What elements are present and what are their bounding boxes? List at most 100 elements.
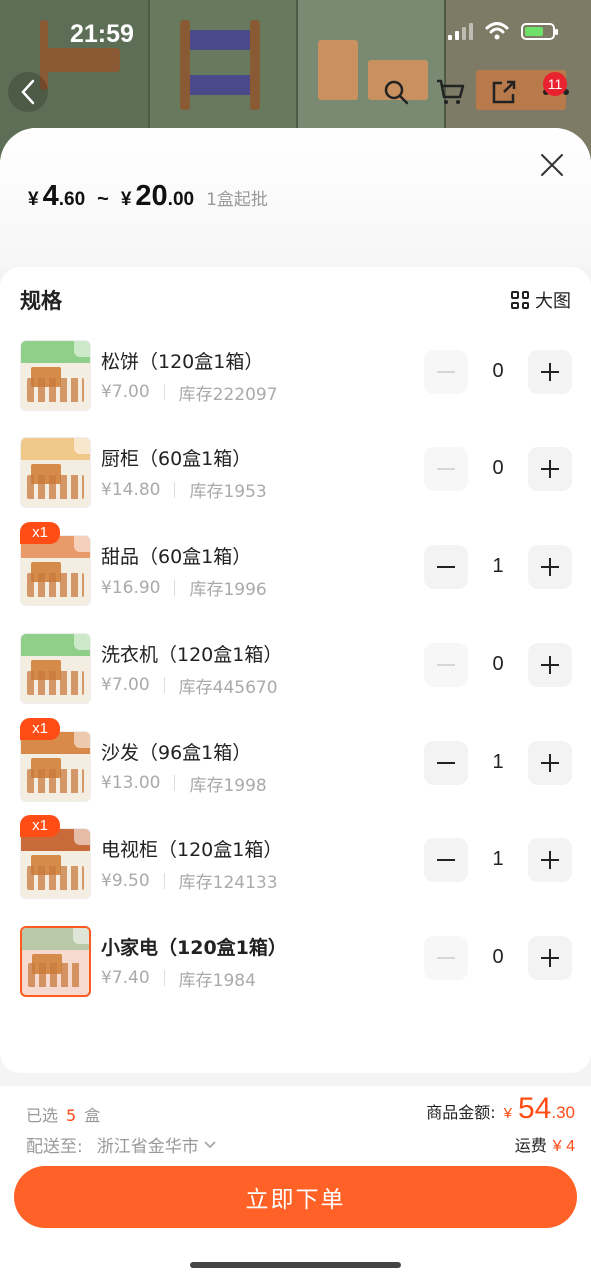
ship-label: 配送至:	[26, 1137, 83, 1157]
spec-stock: 库存124133	[178, 873, 278, 894]
spec-name: 甜品（60盒1箱）	[101, 546, 252, 569]
spec-card: 规格 大图 ¥8.20 库存1946 1	[0, 267, 591, 1073]
cart-button[interactable]	[430, 72, 470, 112]
spec-thumbnail[interactable]	[20, 339, 91, 411]
ship-address: 浙江省金华市	[96, 1137, 199, 1157]
quantity-value[interactable]: 1	[468, 555, 528, 578]
selected-summary: 已选 5 盒	[26, 1102, 100, 1126]
increase-button[interactable]	[528, 349, 572, 394]
quantity-stepper: 1	[424, 838, 572, 883]
wifi-icon	[485, 22, 509, 40]
quantity-stepper: 0	[424, 935, 572, 980]
minus-icon	[437, 663, 455, 666]
increase-button[interactable]	[528, 935, 572, 980]
quantity-stepper: 0	[424, 349, 572, 394]
spec-stock: 库存1998	[189, 775, 267, 796]
spec-thumbnail[interactable]	[20, 730, 91, 802]
spec-stock: 库存222097	[178, 384, 278, 405]
quantity-stepper: 0	[424, 642, 572, 687]
spec-meta: ¥9.50 库存124133	[101, 868, 278, 894]
minus-icon	[437, 370, 455, 373]
share-button[interactable]	[484, 72, 524, 112]
close-icon[interactable]	[539, 152, 565, 178]
big-image-toggle[interactable]: 大图	[511, 287, 571, 313]
spec-row[interactable]: 厨柜（60盒1箱） ¥14.80 库存1953 0	[0, 424, 591, 522]
increase-button[interactable]	[528, 642, 572, 687]
quantity-stepper: 0	[424, 447, 572, 492]
increase-button[interactable]	[528, 740, 572, 785]
spec-thumbnail[interactable]	[20, 828, 91, 900]
increase-button[interactable]	[528, 838, 572, 883]
spec-meta: ¥16.90 库存1996	[101, 575, 267, 601]
total-dec: .30	[551, 1103, 575, 1122]
quantity-stepper: 1	[424, 740, 572, 785]
decrease-button[interactable]	[424, 740, 468, 785]
quantity-badge: x1	[20, 717, 60, 740]
freight: 运费 ¥ 4	[515, 1132, 575, 1156]
decrease-button[interactable]	[424, 447, 468, 492]
spec-row[interactable]: 小家电（120盒1箱） ¥7.40 库存1984 0	[0, 913, 591, 1011]
cart-count-badge: 11	[543, 72, 567, 96]
price-min-int: 4	[42, 180, 59, 212]
shipping-destination[interactable]: 配送至: 浙江省金华市	[26, 1132, 217, 1157]
quantity-value[interactable]: 0	[468, 457, 528, 480]
back-button[interactable]	[8, 72, 48, 112]
place-order-button[interactable]: 立即下单	[14, 1166, 577, 1228]
total-label: 商品金额:	[426, 1103, 496, 1122]
minus-icon	[437, 956, 455, 959]
spec-thumbnail[interactable]	[20, 925, 91, 997]
cart-icon	[437, 79, 465, 104]
spec-name: 沙发（96盒1箱）	[101, 741, 252, 764]
status-time: 21:59	[70, 20, 134, 48]
status-icons	[448, 22, 558, 40]
spec-thumbnail[interactable]	[20, 535, 91, 607]
quantity-value[interactable]: 1	[468, 848, 528, 871]
home-indicator	[190, 1262, 401, 1268]
spec-row[interactable]: x1 甜品（60盒1箱） ¥16.90 库存1996 1	[0, 522, 591, 620]
spec-name: 洗衣机（120盒1箱）	[101, 643, 283, 666]
spec-meta: ¥7.40 库存1984	[101, 966, 256, 991]
spec-price: ¥7.00	[101, 382, 150, 403]
decrease-button[interactable]	[424, 838, 468, 883]
search-button[interactable]	[376, 72, 416, 112]
total-currency: ¥	[503, 1105, 512, 1122]
spec-row[interactable]: x1 电视柜（120盒1箱） ¥9.50 库存124133 1	[0, 815, 591, 913]
spec-row[interactable]: 松饼（120盒1箱） ¥7.00 库存222097 0	[0, 327, 591, 425]
min-order-quantity: 1盒起批	[206, 190, 268, 210]
spec-name: 松饼（120盒1箱）	[101, 350, 264, 373]
spec-row[interactable]: 洗衣机（120盒1箱） ¥7.00 库存445670 0	[0, 620, 591, 718]
decrease-button[interactable]	[424, 642, 468, 687]
spec-meta: ¥14.80 库存1953	[101, 477, 267, 503]
decrease-button[interactable]	[424, 545, 468, 590]
quantity-value[interactable]: 1	[468, 751, 528, 774]
spec-row[interactable]: x1 沙发（96盒1箱） ¥13.00 库存1998 1	[0, 717, 591, 816]
order-footer: 已选 5 盒 配送至: 浙江省金华市 商品金额: ¥ 54 .30 运费 ¥ 4 立即…	[0, 1086, 591, 1280]
spec-thumbnail[interactable]	[20, 437, 91, 509]
spec-meta: ¥7.00 库存222097	[101, 380, 278, 405]
big-image-label: 大图	[535, 291, 571, 312]
quantity-value[interactable]: 0	[468, 653, 528, 676]
spec-price: ¥9.50	[101, 870, 150, 891]
minus-icon	[437, 761, 455, 764]
spec-stock: 库存1953	[189, 482, 267, 503]
sheet-header: ¥ 4 .60 ~ ¥ 20 .00 1盒起批	[0, 128, 591, 268]
spec-thumbnail[interactable]	[20, 632, 91, 704]
grid-icon	[511, 291, 529, 309]
currency-symbol: ¥	[28, 189, 39, 210]
decrease-button[interactable]	[424, 935, 468, 980]
price-max-dec: .00	[167, 189, 195, 210]
decrease-button[interactable]	[424, 349, 468, 394]
price-range: ¥ 4 .60 ~ ¥ 20 .00 1盒起批	[28, 180, 268, 213]
spec-meta: ¥13.00 库存1998	[101, 771, 267, 796]
spec-price: ¥16.90	[101, 577, 161, 598]
spec-name: 厨柜（60盒1箱）	[101, 448, 252, 471]
quantity-value[interactable]: 0	[468, 360, 528, 383]
price-min-dec: .60	[58, 189, 86, 210]
quantity-value[interactable]: 0	[468, 946, 528, 969]
spec-stock: 库存1984	[178, 970, 256, 991]
increase-button[interactable]	[528, 447, 572, 492]
spec-stock: 库存445670	[178, 677, 278, 698]
spec-name: 小家电（120盒1箱）	[101, 936, 287, 959]
increase-button[interactable]	[528, 545, 572, 590]
battery-icon	[521, 22, 558, 40]
